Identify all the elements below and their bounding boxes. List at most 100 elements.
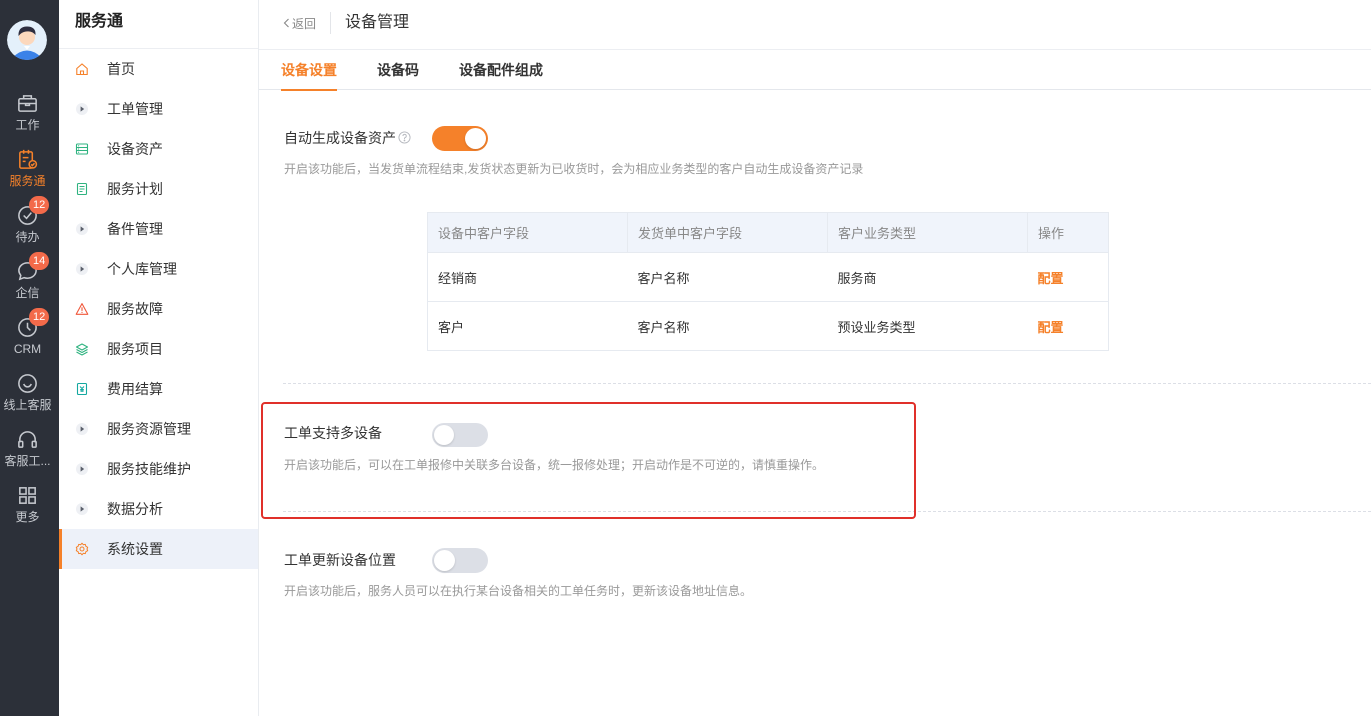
- toggle-knob: [434, 550, 455, 571]
- sidebar-item-service-faults[interactable]: 服务故障: [59, 289, 258, 329]
- sidebar-item-data-analysis[interactable]: 数据分析: [59, 489, 258, 529]
- sidebar-item-billing[interactable]: 费用结算: [59, 369, 258, 409]
- table-cell: 客户名称: [627, 252, 828, 302]
- sidebar-item-system-settings[interactable]: 系统设置: [59, 529, 258, 569]
- sidebar-item-label: 工单管理: [107, 101, 163, 117]
- app-rail: 工作 服务通 12 待办 14 企信 12 CRM 线上客服 客服工... 更多: [0, 0, 59, 716]
- section-divider: [283, 383, 1371, 384]
- sidebar-item-label: 首页: [107, 61, 135, 77]
- toggle-knob: [434, 425, 454, 445]
- sidebar-item-service-skills[interactable]: 服务技能维护: [59, 449, 258, 489]
- rail-item-label: 更多: [15, 510, 40, 524]
- rail-item-service[interactable]: 服务通: [0, 144, 55, 200]
- sidebar-item-label: 个人库管理: [107, 261, 177, 277]
- sidebar-item-label: 设备资产: [107, 141, 163, 157]
- sidebar-item-label: 费用结算: [107, 381, 163, 397]
- invoice-icon: [76, 382, 88, 396]
- layers-icon: [75, 343, 89, 356]
- rail-item-label: CRM: [13, 342, 42, 356]
- messages-badge: 14: [29, 252, 50, 270]
- crm-badge: 12: [29, 308, 50, 326]
- table-row: 经销商 客户名称 服务商 配置: [427, 252, 1109, 302]
- rail-item-label: 线上客服: [3, 398, 52, 412]
- sidebar-item-label: 数据分析: [107, 501, 163, 517]
- tab-bar: 设备设置 设备码 设备配件组成: [259, 50, 1371, 91]
- multi-device-toggle[interactable]: [432, 423, 488, 447]
- rail-item-more[interactable]: 更多: [0, 480, 55, 536]
- table-cell: 服务商: [827, 252, 1028, 302]
- rail-item-crm[interactable]: 12 CRM: [0, 308, 55, 368]
- sidebar-item-work-orders[interactable]: 工单管理: [59, 89, 258, 129]
- sidebar-item-label: 服务故障: [107, 301, 163, 317]
- sidebar-item-label: 服务资源管理: [107, 421, 191, 437]
- header-divider: [330, 12, 331, 34]
- setting-multi-device-description: 开启该功能后，可以在工单报修中关联多台设备，统一报修处理；开启动作是不可逆的，请…: [284, 458, 825, 472]
- sidebar-item-label: 备件管理: [107, 221, 163, 237]
- device-asset-icon: [75, 143, 89, 155]
- table-cell: 客户名称: [627, 301, 828, 351]
- sidebar-item-device-assets[interactable]: 设备资产: [59, 129, 258, 169]
- sidebar-item-label: 服务计划: [107, 181, 163, 197]
- user-avatar[interactable]: [7, 20, 47, 60]
- chevron-left-icon: [283, 18, 289, 28]
- sidebar-item-label: 服务技能维护: [107, 461, 191, 477]
- back-button[interactable]: 返回: [283, 14, 316, 32]
- rail-item-label: 客服工...: [4, 454, 51, 468]
- caret-right-icon: [76, 223, 88, 235]
- rail-item-service-desk[interactable]: 客服工...: [0, 424, 55, 480]
- tab-device-settings[interactable]: 设备设置: [281, 50, 337, 91]
- page-header: 返回 设备管理: [259, 0, 1371, 50]
- caret-right-icon: [76, 423, 88, 435]
- sidebar-item-service-plan[interactable]: 服务计划: [59, 169, 258, 209]
- service-clipboard-icon: [19, 149, 38, 169]
- rail-item-work[interactable]: 工作: [0, 88, 55, 144]
- briefcase-icon: [18, 95, 37, 112]
- todo-badge: 12: [29, 196, 50, 214]
- gear-icon: [75, 542, 89, 556]
- sidebar-item-personal-stock[interactable]: 个人库管理: [59, 249, 258, 289]
- section-divider: [283, 511, 1371, 512]
- configure-link[interactable]: 配置: [1027, 301, 1109, 351]
- tab-device-code[interactable]: 设备码: [377, 50, 419, 90]
- configure-link[interactable]: 配置: [1027, 252, 1109, 302]
- back-label: 返回: [292, 16, 317, 31]
- sidebar-item-label: 服务项目: [107, 341, 163, 357]
- caret-right-icon: [76, 103, 88, 115]
- column-header: 操作: [1027, 212, 1109, 253]
- auto-asset-toggle[interactable]: [432, 126, 488, 151]
- setting-auto-asset-description: 开启该功能后，当发货单流程结束,发货状态更新为已收货时，会为相应业务类型的客户自…: [284, 162, 864, 176]
- main-content: 返回 设备管理 设备设置 设备码 设备配件组成 自动生成设备资产 开启该功能后，…: [259, 0, 1371, 716]
- table-cell: 预设业务类型: [827, 301, 1028, 351]
- headset-icon: [18, 431, 37, 448]
- sidebar-item-service-items[interactable]: 服务项目: [59, 329, 258, 369]
- page-title: 设备管理: [345, 14, 410, 31]
- warning-icon: [75, 303, 89, 315]
- rail-item-label: 服务通: [9, 174, 46, 188]
- sidebar-item-spare-parts[interactable]: 备件管理: [59, 209, 258, 249]
- rail-item-todo[interactable]: 12 待办: [0, 196, 55, 256]
- setting-auto-asset-label: 自动生成设备资产: [284, 130, 396, 146]
- rail-item-messages[interactable]: 14 企信: [0, 252, 55, 312]
- avatar-icon: [7, 20, 47, 60]
- update-location-toggle[interactable]: [432, 548, 488, 573]
- grid-icon: [19, 487, 36, 504]
- setting-multi-device-label: 工单支持多设备: [284, 425, 382, 441]
- sidebar-item-home[interactable]: 首页: [59, 49, 258, 89]
- table-cell: 客户: [427, 301, 628, 351]
- table-row: 客户 客户名称 预设业务类型 配置: [427, 301, 1109, 351]
- home-icon: [76, 63, 88, 76]
- column-header: 设备中客户字段: [427, 212, 628, 253]
- column-header: 发货单中客户字段: [627, 212, 828, 253]
- rail-item-label: 工作: [15, 118, 40, 132]
- toggle-knob: [465, 128, 486, 149]
- sidebar-item-label: 系统设置: [107, 541, 163, 557]
- rail-item-label: 待办: [15, 230, 40, 244]
- caret-right-icon: [76, 263, 88, 275]
- sidebar-item-service-resources[interactable]: 服务资源管理: [59, 409, 258, 449]
- rail-item-online-service[interactable]: 线上客服: [0, 368, 55, 424]
- caret-right-icon: [76, 503, 88, 515]
- column-header: 客户业务类型: [827, 212, 1028, 253]
- tab-device-accessories[interactable]: 设备配件组成: [459, 50, 543, 90]
- document-icon: [76, 182, 88, 196]
- help-icon[interactable]: [398, 131, 411, 144]
